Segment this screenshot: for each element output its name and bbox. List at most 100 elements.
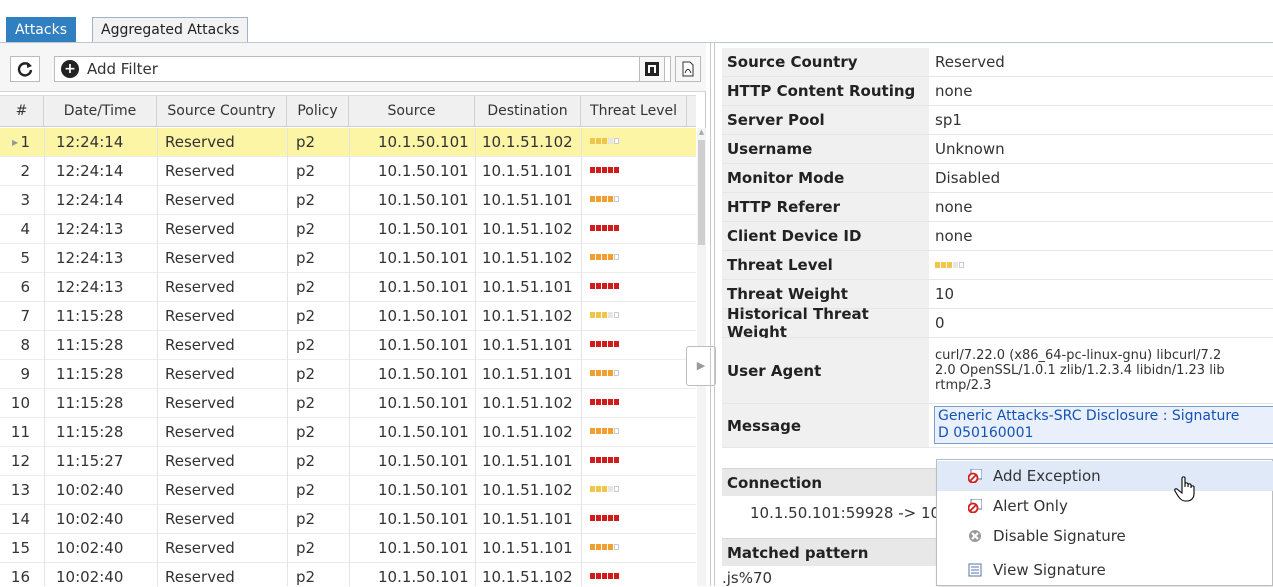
detail-value: Reserved (935, 53, 1005, 71)
threat-level-segment (590, 399, 595, 405)
row-source: 10.1.50.101 (378, 220, 469, 238)
table-row[interactable]: 14 10:02:40 Reserved p2 10.1.50.101 10.1.51.1… (0, 505, 696, 534)
row-threat-level (590, 370, 619, 378)
detail-row-message: Message Generic Attacks-SRC Disclosure :… (722, 404, 1273, 448)
threat-level-segment (608, 167, 613, 173)
table-row[interactable]: 11 11:15:28 Reserved p2 10.1.50.101 10.1.51.1… (0, 418, 696, 447)
table-row[interactable]: 13 10:02:40 Reserved p2 10.1.50.101 10.1.51.1… (0, 476, 696, 505)
column-divider (349, 128, 350, 586)
row-source-country: Reserved (165, 133, 235, 151)
column-divider (287, 128, 288, 586)
row-policy: p2 (296, 220, 316, 238)
tab-attacks[interactable]: Attacks (6, 17, 76, 43)
table-row[interactable]: 1 12:24:14 Reserved p2 10.1.50.101 10.1.51.10… (0, 128, 696, 157)
threat-level-segment (614, 312, 619, 318)
menu-item-disable-signature[interactable]: Disable Signature (937, 521, 1273, 551)
table-row[interactable]: 6 12:24:13 Reserved p2 10.1.50.101 10.1.51.10… (0, 273, 696, 302)
row-threat-level (590, 341, 619, 349)
table-row[interactable]: 10 11:15:28 Reserved p2 10.1.50.101 10.1.51.1… (0, 389, 696, 418)
add-filter-label: Add Filter (87, 60, 158, 78)
col-header-source[interactable]: Source (349, 96, 475, 127)
threat-level-segment (614, 225, 619, 231)
table-row[interactable]: 7 11:15:28 Reserved p2 10.1.50.101 10.1.51.10… (0, 302, 696, 331)
threat-level-segment (608, 254, 613, 260)
scroll-up-icon[interactable]: ▲ (697, 128, 706, 138)
row-policy: p2 (296, 133, 316, 151)
table-row[interactable]: 16 10:02:40 Reserved p2 10.1.50.101 10.1.51.1… (0, 563, 696, 586)
hand-cursor-icon (1174, 476, 1195, 502)
col-header-num[interactable]: # (0, 96, 44, 127)
col-header-source-country[interactable]: Source Country (157, 96, 287, 127)
table-row[interactable]: 8 11:15:28 Reserved p2 10.1.50.101 10.1.51.10… (0, 331, 696, 360)
threat-level-segment (608, 573, 613, 579)
table-row[interactable]: 15 10:02:40 Reserved p2 10.1.50.101 10.1.51.1… (0, 534, 696, 563)
col-header-threat-level[interactable]: Threat Level (581, 96, 687, 127)
row-destination: 10.1.51.102 (482, 133, 573, 151)
menu-item-view-signature[interactable]: View Signature (937, 555, 1273, 585)
threat-level-segment (614, 370, 619, 376)
pane-divider[interactable] (710, 43, 711, 586)
threat-level-segment (602, 167, 607, 173)
col-header-datetime[interactable]: Date/Time (44, 96, 157, 127)
threat-level-segment (590, 486, 595, 492)
threat-level-segment (602, 544, 607, 550)
tab-bar: Attacks Aggregated Attacks (0, 0, 1273, 43)
threat-level-segment (596, 399, 601, 405)
row-number: 11 (10, 423, 30, 441)
plus-circle-icon: + (61, 60, 79, 78)
row-threat-level (590, 196, 619, 204)
row-datetime: 11:15:28 (56, 307, 124, 325)
row-number: 7 (20, 307, 30, 325)
row-number: 6 (20, 278, 30, 296)
row-source: 10.1.50.101 (378, 394, 469, 412)
threat-level-segment (590, 254, 595, 260)
context-menu: Add Exception Alert Only Disable Signatu… (936, 459, 1273, 586)
row-source: 10.1.50.101 (378, 481, 469, 499)
export-pdf-button[interactable] (675, 56, 701, 82)
table-row[interactable]: 3 12:24:14 Reserved p2 10.1.50.101 10.1.51.10… (0, 186, 696, 215)
pane-divider[interactable] (714, 43, 715, 586)
tab-aggregated-attacks[interactable]: Aggregated Attacks (92, 17, 249, 43)
table-row[interactable]: 4 12:24:13 Reserved p2 10.1.50.101 10.1.51.10… (0, 215, 696, 244)
row-destination: 10.1.51.101 (482, 336, 573, 354)
threat-level-segment (602, 399, 607, 405)
threat-level-segment (596, 167, 601, 173)
row-number: 8 (20, 336, 30, 354)
row-threat-level (590, 225, 619, 233)
threat-level-segment (614, 515, 619, 521)
table-row[interactable]: 2 12:24:14 Reserved p2 10.1.50.101 10.1.51.10… (0, 157, 696, 186)
detail-row-user-agent: User Agent curl/7.22.0 (x86_64-pc-linux-… (722, 338, 1273, 404)
row-destination: 10.1.51.102 (482, 394, 573, 412)
row-source: 10.1.50.101 (378, 307, 469, 325)
collapse-panel-button[interactable]: ▶ (686, 346, 716, 386)
table-row[interactable]: 12 11:15:27 Reserved p2 10.1.50.101 10.1.51.1… (0, 447, 696, 476)
row-number: 5 (20, 249, 30, 267)
table-row[interactable]: 9 11:15:28 Reserved p2 10.1.50.101 10.1.51.10… (0, 360, 696, 389)
add-exception-icon (968, 469, 982, 483)
row-source-country: Reserved (165, 249, 235, 267)
row-source-country: Reserved (165, 423, 235, 441)
matched-pattern-value: .js%70 (722, 569, 773, 587)
scrollbar-thumb[interactable] (698, 140, 705, 245)
message-link[interactable]: Generic Attacks-SRC Disclosure : Signatu… (934, 406, 1273, 444)
detail-key: Username (722, 135, 929, 163)
toolbar: + Add Filter (0, 43, 706, 92)
menu-item-label: Alert Only (993, 497, 1068, 515)
detail-row-monitor-mode: Monitor Mode Disabled (722, 164, 1273, 193)
menu-item-add-exception[interactable]: Add Exception (937, 461, 1273, 491)
menu-item-alert-only[interactable]: Alert Only (937, 491, 1273, 521)
threat-level-segment (608, 515, 613, 521)
threat-level-segment (602, 225, 607, 231)
export-report-button[interactable] (639, 56, 665, 82)
threat-level-segment (590, 573, 595, 579)
add-filter-button[interactable]: + Add Filter (54, 56, 671, 82)
col-header-policy[interactable]: Policy (287, 96, 349, 127)
detail-key: HTTP Referer (722, 193, 929, 221)
table-row[interactable]: 5 12:24:13 Reserved p2 10.1.50.101 10.1.51.10… (0, 244, 696, 273)
threat-level-segment (608, 428, 613, 434)
attack-log-pane: + Add Filter # Date/Time Source Country … (0, 43, 706, 586)
col-header-destination[interactable]: Destination (475, 96, 581, 127)
detail-key: HTTP Content Routing (722, 77, 929, 105)
threat-level-segment (590, 457, 595, 463)
refresh-button[interactable] (10, 56, 40, 82)
